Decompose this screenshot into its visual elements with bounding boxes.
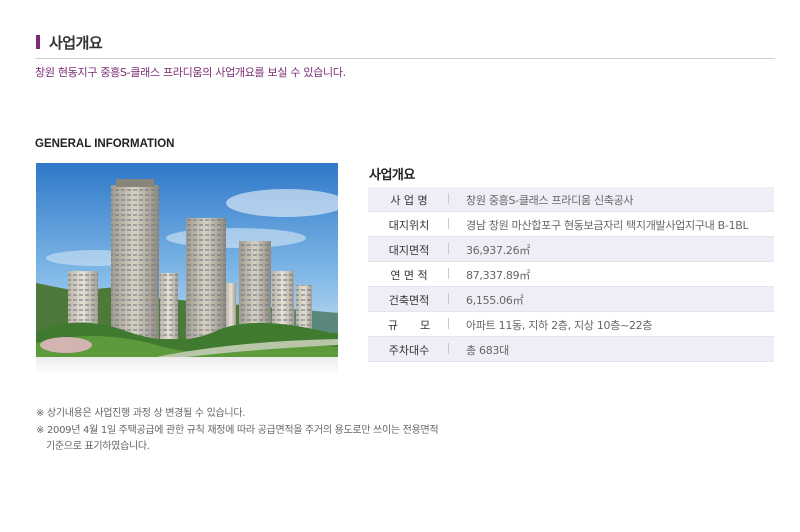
row-divider	[448, 343, 449, 354]
row-value: 87,337.89㎡	[466, 269, 530, 282]
page-subtitle: 창원 현동지구 중흥S-클래스 프라디움의 사업개요를 보실 수 있습니다.	[35, 66, 346, 79]
row-label: 대지면적	[388, 244, 430, 257]
notes: ※ 상기내용은 사업진행 과정 상 변경될 수 있습니다. ※ 2009년 4월…	[36, 406, 439, 456]
row-divider	[448, 268, 449, 279]
row-value: 6,155.06㎡	[466, 294, 524, 307]
row-divider	[448, 293, 449, 304]
row-value: 총 683대	[466, 344, 509, 357]
row-label: 규 모	[387, 319, 431, 332]
table-row: 규 모 아파트 11동, 지하 2층, 지상 10층~22층	[368, 312, 774, 337]
row-label: 주차대수	[388, 344, 430, 357]
complex-rendering-image	[36, 163, 338, 357]
row-divider	[448, 193, 449, 204]
section-label: GENERAL INFORMATION	[35, 138, 175, 150]
table-row: 사 업 명 창원 중흥S-클래스 프라디움 신축공사	[368, 187, 774, 212]
image-reflection	[36, 357, 338, 375]
info-table: 사 업 명 창원 중흥S-클래스 프라디움 신축공사 대지위치 경남 창원 마산…	[368, 187, 774, 362]
info-table-title: 사업개요	[369, 168, 415, 183]
row-label: 건축면적	[388, 294, 430, 307]
title-marker	[36, 35, 40, 49]
row-label: 연 면 적	[390, 269, 428, 282]
table-row: 대지면적 36,937.26㎡	[368, 237, 774, 262]
page-title: 사업개요	[49, 34, 103, 52]
title-bar: 사업개요	[35, 33, 775, 59]
table-row: 대지위치 경남 창원 마산합포구 현동보금자리 택지개발사업지구내 B-1BL	[368, 212, 774, 237]
note-line: 기준으로 표기하였습니다.	[46, 441, 150, 452]
note-line: ※ 2009년 4월 1일 주택공급에 관한 규칙 재정에 따라 공급면적을 주…	[36, 424, 439, 436]
row-divider	[448, 243, 449, 254]
row-value: 경남 창원 마산합포구 현동보금자리 택지개발사업지구내 B-1BL	[466, 219, 749, 232]
row-value: 36,937.26㎡	[466, 244, 530, 257]
row-label: 사 업 명	[390, 194, 428, 207]
row-label: 대지위치	[388, 219, 430, 232]
table-row: 건축면적 6,155.06㎡	[368, 287, 774, 312]
table-row: 연 면 적 87,337.89㎡	[368, 262, 774, 287]
row-value: 아파트 11동, 지하 2층, 지상 10층~22층	[466, 319, 653, 332]
table-row: 주차대수 총 683대	[368, 337, 774, 362]
row-divider	[448, 218, 449, 229]
row-divider	[448, 318, 449, 329]
note-line: ※ 상기내용은 사업진행 과정 상 변경될 수 있습니다.	[36, 408, 246, 419]
row-value: 창원 중흥S-클래스 프라디움 신축공사	[466, 194, 634, 207]
